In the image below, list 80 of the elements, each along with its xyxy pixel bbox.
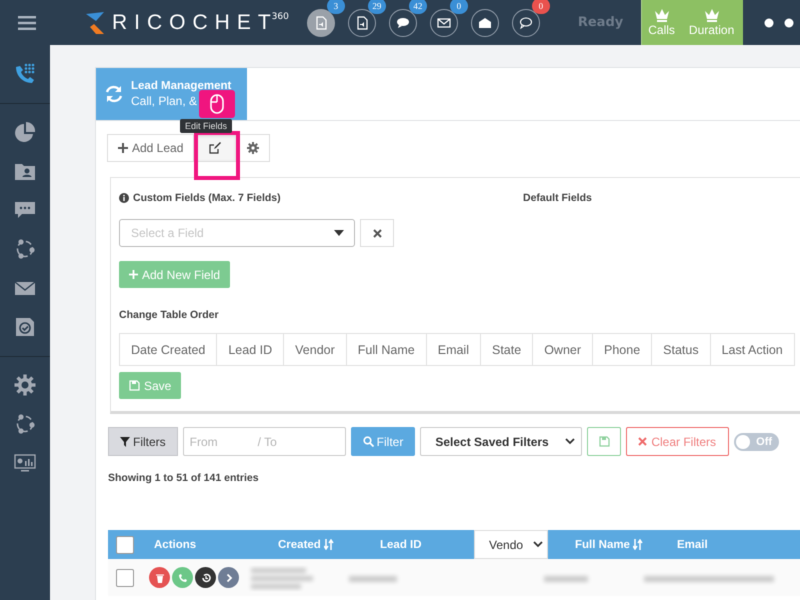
clear-field-button[interactable] [360, 219, 394, 247]
menu-icon[interactable] [18, 16, 36, 30]
open-button[interactable] [218, 567, 239, 588]
mail-icon [436, 16, 451, 30]
column-chip[interactable]: Date Created [119, 333, 218, 366]
stat-label: Calls [648, 23, 675, 37]
crown-icon [654, 8, 670, 22]
count-badge: 0 [532, 0, 550, 14]
count-badge: 42 [408, 0, 427, 14]
column-header: Actions [154, 538, 196, 550]
tooltip: Edit Fields [180, 119, 232, 133]
checkbox-icon[interactable] [14, 316, 36, 338]
column-chip[interactable]: Phone [592, 333, 652, 366]
phone-icon [178, 572, 188, 582]
vendor-column-select[interactable]: Vendo [474, 530, 548, 559]
card-title: Lead Management [131, 80, 232, 92]
chevron-down-icon [533, 541, 543, 548]
add-lead-button[interactable]: Add Lead [107, 134, 194, 162]
section-label: Custom Fields (Max. 7 Fields) [133, 192, 281, 204]
sort-icon[interactable] [632, 539, 643, 550]
caret-icon [334, 230, 344, 236]
column-chip[interactable]: State [480, 333, 534, 366]
close-icon [372, 228, 382, 238]
column-chip[interactable]: Last Action [710, 333, 795, 366]
floppy-icon [129, 380, 140, 391]
count-badge: 0 [450, 0, 468, 14]
column-chip[interactable]: Vendor [283, 333, 347, 366]
more-icon[interactable] [764, 18, 794, 28]
refresh-icon [104, 84, 124, 104]
entries-summary: Showing 1 to 51 of 141 entries [108, 472, 260, 484]
delete-button[interactable] [149, 567, 170, 588]
pie-chart-icon[interactable] [14, 121, 36, 143]
crown-icon [704, 8, 720, 22]
count-badge: 3 [326, 0, 345, 14]
column-header: Email [677, 538, 708, 550]
column-chip[interactable]: Full Name [346, 333, 427, 366]
chevron-down-icon [565, 438, 576, 445]
settings-icon [247, 142, 260, 154]
select-all-checkbox[interactable] [116, 536, 134, 554]
column-chip[interactable]: Email [426, 333, 481, 366]
document-icon [354, 16, 369, 30]
column-chip[interactable]: Owner [532, 333, 594, 366]
history-button[interactable] [195, 567, 216, 588]
column-chip[interactable]: Status [651, 333, 711, 366]
notification-button[interactable] [470, 8, 499, 36]
section-label: Change Table Order [119, 309, 220, 321]
mouse-icon [210, 94, 224, 114]
document-icon [314, 16, 328, 30]
chat-icon[interactable] [14, 199, 36, 221]
close-icon [638, 437, 648, 446]
share-icon[interactable] [14, 413, 36, 435]
plus-icon [118, 143, 128, 153]
column-header: Lead ID [380, 538, 422, 550]
count-badge: 29 [368, 0, 386, 14]
sort-icon[interactable] [324, 539, 334, 550]
notification-button[interactable] [306, 8, 335, 36]
status-text: Ready [578, 15, 624, 30]
phone-dialpad-icon[interactable] [14, 63, 36, 85]
speech-bubble-icon [518, 16, 533, 30]
logo-mark-icon [86, 12, 106, 34]
funnel-icon [120, 436, 130, 446]
section-label: Default Fields [523, 192, 592, 204]
settings-icon[interactable] [14, 374, 36, 396]
floppy-icon [598, 436, 610, 447]
row-checkbox[interactable] [116, 568, 134, 586]
monitor-chart-icon[interactable] [14, 452, 36, 474]
card-subtitle: Call, Plan, & [131, 94, 198, 108]
stat-label: Duration [688, 23, 734, 37]
search-icon [362, 436, 374, 447]
edit-icon [209, 142, 222, 154]
share-icon[interactable] [14, 238, 36, 260]
column-chip[interactable]: Lead ID [216, 333, 284, 366]
info-icon [119, 193, 129, 203]
logo-superscript: 360 [272, 12, 289, 22]
chat-icon [396, 16, 410, 30]
history-icon [200, 572, 210, 582]
saved-filters-select[interactable]: Select Saved Filters [420, 427, 582, 456]
filters-button[interactable]: Filters [108, 427, 178, 456]
trash-icon [154, 572, 164, 582]
plus-icon [129, 270, 138, 279]
